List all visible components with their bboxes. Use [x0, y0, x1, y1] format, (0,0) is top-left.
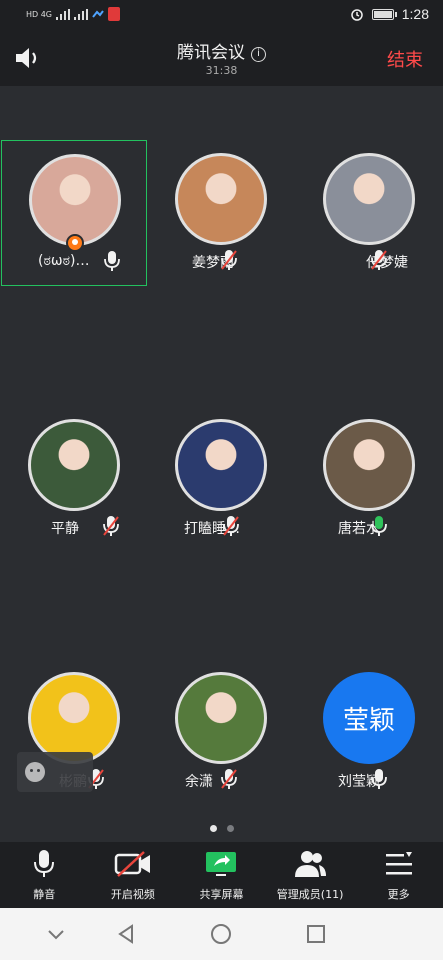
microphone-muted-icon — [103, 516, 119, 536]
signal-icon — [56, 8, 71, 20]
microphone-icon — [371, 516, 387, 536]
signal-icon — [74, 8, 89, 20]
meeting-toolbar: 静音 开启视频 共享屏幕 管理成员(11) 更多 — [0, 842, 443, 908]
avatar: 莹颖 — [323, 672, 415, 764]
participant-tile[interactable]: 莹颖 刘莹颖 — [296, 659, 442, 805]
smiley-face-icon — [25, 762, 45, 782]
manage-members-button[interactable]: 管理成员(11) — [266, 842, 355, 908]
start-video-label: 开启视频 — [110, 888, 155, 901]
end-meeting-button[interactable]: 结束 — [387, 46, 423, 72]
avatar — [28, 419, 120, 511]
home-icon[interactable] — [209, 922, 233, 946]
participant-tile[interactable]: 余潇 — [148, 659, 294, 805]
participant-tile[interactable]: 任梦婕 — [296, 140, 442, 286]
share-screen-label: 共享屏幕 — [199, 888, 244, 901]
page-dot[interactable] — [210, 825, 217, 832]
more-menu-icon — [385, 852, 412, 875]
mute-button[interactable]: 静音 — [0, 842, 89, 908]
participant-tile[interactable]: (ಠωಠ)… — [1, 140, 147, 286]
mic-recording-icon — [108, 7, 121, 21]
avatar — [175, 153, 267, 245]
network-label: HD 4G — [26, 9, 53, 19]
meeting-header: 腾讯会议 i 31:38 结束 — [0, 30, 443, 86]
participant-tile[interactable]: 平静 — [1, 406, 147, 552]
more-button[interactable]: 更多 — [354, 842, 443, 908]
start-video-button[interactable]: 开启视频 — [89, 842, 178, 908]
microphone-muted-icon — [223, 516, 239, 536]
system-navigation-bar — [0, 908, 443, 960]
network-indicators: HD 4G — [26, 7, 121, 21]
participant-name: 余潇 — [185, 774, 213, 790]
clock-time: 1:28 — [401, 6, 429, 22]
reaction-emoji-button[interactable] — [17, 752, 93, 792]
avatar — [323, 419, 415, 511]
meeting-title[interactable]: 腾讯会议 i — [0, 38, 443, 63]
avatar — [29, 154, 121, 246]
participant-tile[interactable]: 唐若水 — [296, 406, 442, 552]
microphone-muted-icon — [221, 769, 237, 789]
microphone-icon — [34, 850, 55, 877]
battery-icon — [371, 8, 397, 20]
share-screen-button[interactable]: 共享屏幕 — [177, 842, 266, 908]
microphone-icon — [104, 251, 120, 271]
participant-tile[interactable]: 打瞌睡… — [148, 406, 294, 552]
participant-name: (ಠωಠ)… — [38, 253, 90, 269]
participant-name: 平静 — [51, 521, 79, 537]
alarm-icon — [351, 9, 363, 21]
chevron-down-icon[interactable] — [44, 922, 68, 946]
meeting-title-text: 腾讯会议 — [177, 43, 245, 63]
microphone-muted-icon — [221, 250, 237, 270]
data-sync-icon — [92, 10, 104, 18]
page-indicator — [210, 825, 234, 832]
avatar — [175, 672, 267, 764]
page-dot[interactable] — [227, 825, 234, 832]
share-screen-icon — [206, 852, 237, 876]
avatar — [323, 153, 415, 245]
host-badge-icon — [66, 234, 84, 252]
avatar — [175, 419, 267, 511]
microphone-muted-icon — [371, 250, 387, 270]
video-off-icon — [114, 851, 150, 877]
back-icon[interactable] — [114, 922, 138, 946]
status-bar: HD 4G 1:28 — [0, 0, 443, 30]
meeting-timer: 31:38 — [205, 64, 238, 77]
more-label: 更多 — [387, 888, 410, 901]
members-icon — [295, 851, 327, 877]
recents-icon[interactable] — [304, 922, 328, 946]
manage-members-label: 管理成员(11) — [276, 888, 344, 901]
info-icon[interactable]: i — [251, 47, 266, 62]
mute-label: 静音 — [33, 888, 56, 901]
avatar — [28, 672, 120, 764]
participant-tile[interactable]: 姜梦雨 — [148, 140, 294, 286]
microphone-icon — [371, 769, 387, 789]
